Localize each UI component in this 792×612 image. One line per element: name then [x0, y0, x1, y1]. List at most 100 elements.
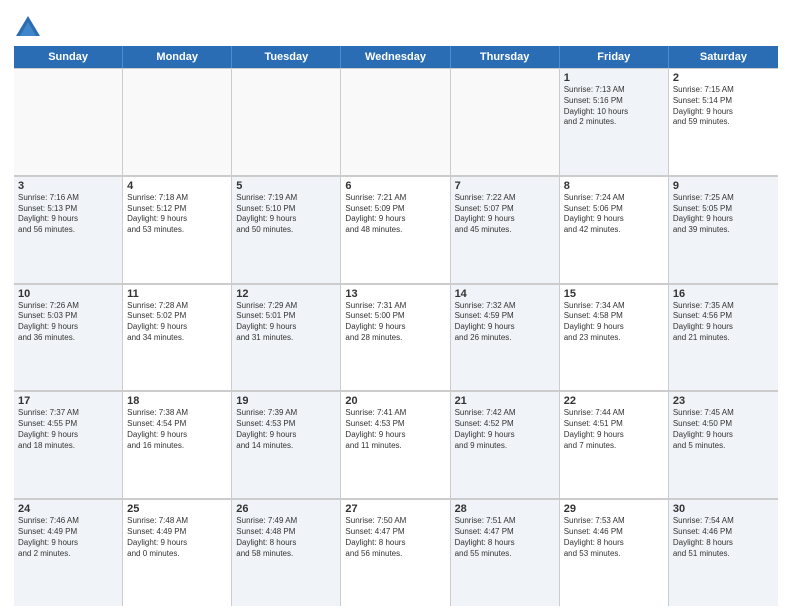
- day-number: 12: [236, 288, 336, 300]
- day-number: 23: [673, 395, 774, 407]
- cell-detail: Sunrise: 7:24 AM Sunset: 5:06 PM Dayligh…: [564, 193, 664, 236]
- day-number: 19: [236, 395, 336, 407]
- cell-detail: Sunrise: 7:34 AM Sunset: 4:58 PM Dayligh…: [564, 301, 664, 344]
- cell-detail: Sunrise: 7:28 AM Sunset: 5:02 PM Dayligh…: [127, 301, 227, 344]
- day-number: 14: [455, 288, 555, 300]
- day-number: 18: [127, 395, 227, 407]
- calendar-cell: [14, 68, 123, 175]
- header-day-wednesday: Wednesday: [341, 46, 450, 68]
- calendar-cell: 13Sunrise: 7:31 AM Sunset: 5:00 PM Dayli…: [341, 284, 450, 391]
- calendar-week-4: 24Sunrise: 7:46 AM Sunset: 4:49 PM Dayli…: [14, 499, 778, 606]
- calendar-cell: 30Sunrise: 7:54 AM Sunset: 4:46 PM Dayli…: [669, 499, 778, 606]
- header-day-sunday: Sunday: [14, 46, 123, 68]
- day-number: 10: [18, 288, 118, 300]
- calendar-week-3: 17Sunrise: 7:37 AM Sunset: 4:55 PM Dayli…: [14, 391, 778, 499]
- calendar-cell: 28Sunrise: 7:51 AM Sunset: 4:47 PM Dayli…: [451, 499, 560, 606]
- cell-detail: Sunrise: 7:19 AM Sunset: 5:10 PM Dayligh…: [236, 193, 336, 236]
- header-day-thursday: Thursday: [451, 46, 560, 68]
- calendar-cell: 6Sunrise: 7:21 AM Sunset: 5:09 PM Daylig…: [341, 176, 450, 283]
- cell-detail: Sunrise: 7:42 AM Sunset: 4:52 PM Dayligh…: [455, 408, 555, 451]
- day-number: 30: [673, 503, 774, 515]
- calendar-cell: 29Sunrise: 7:53 AM Sunset: 4:46 PM Dayli…: [560, 499, 669, 606]
- day-number: 2: [673, 72, 774, 84]
- header-day-tuesday: Tuesday: [232, 46, 341, 68]
- cell-detail: Sunrise: 7:46 AM Sunset: 4:49 PM Dayligh…: [18, 516, 118, 559]
- day-number: 1: [564, 72, 664, 84]
- day-number: 7: [455, 180, 555, 192]
- calendar-cell: 5Sunrise: 7:19 AM Sunset: 5:10 PM Daylig…: [232, 176, 341, 283]
- calendar-cell: 19Sunrise: 7:39 AM Sunset: 4:53 PM Dayli…: [232, 391, 341, 498]
- cell-detail: Sunrise: 7:44 AM Sunset: 4:51 PM Dayligh…: [564, 408, 664, 451]
- cell-detail: Sunrise: 7:41 AM Sunset: 4:53 PM Dayligh…: [345, 408, 445, 451]
- day-number: 11: [127, 288, 227, 300]
- calendar-cell: 17Sunrise: 7:37 AM Sunset: 4:55 PM Dayli…: [14, 391, 123, 498]
- calendar-cell: 26Sunrise: 7:49 AM Sunset: 4:48 PM Dayli…: [232, 499, 341, 606]
- calendar-body: 1Sunrise: 7:13 AM Sunset: 5:16 PM Daylig…: [14, 68, 778, 606]
- calendar-cell: 8Sunrise: 7:24 AM Sunset: 5:06 PM Daylig…: [560, 176, 669, 283]
- day-number: 24: [18, 503, 118, 515]
- day-number: 29: [564, 503, 664, 515]
- calendar-cell: 4Sunrise: 7:18 AM Sunset: 5:12 PM Daylig…: [123, 176, 232, 283]
- day-number: 25: [127, 503, 227, 515]
- cell-detail: Sunrise: 7:53 AM Sunset: 4:46 PM Dayligh…: [564, 516, 664, 559]
- day-number: 26: [236, 503, 336, 515]
- calendar-cell: [451, 68, 560, 175]
- logo-icon: [14, 14, 42, 42]
- day-number: 16: [673, 288, 774, 300]
- header: [14, 10, 778, 42]
- calendar-cell: 18Sunrise: 7:38 AM Sunset: 4:54 PM Dayli…: [123, 391, 232, 498]
- cell-detail: Sunrise: 7:37 AM Sunset: 4:55 PM Dayligh…: [18, 408, 118, 451]
- calendar-cell: 22Sunrise: 7:44 AM Sunset: 4:51 PM Dayli…: [560, 391, 669, 498]
- cell-detail: Sunrise: 7:38 AM Sunset: 4:54 PM Dayligh…: [127, 408, 227, 451]
- page: SundayMondayTuesdayWednesdayThursdayFrid…: [0, 0, 792, 612]
- calendar-cell: [341, 68, 450, 175]
- calendar-cell: 12Sunrise: 7:29 AM Sunset: 5:01 PM Dayli…: [232, 284, 341, 391]
- calendar-cell: 10Sunrise: 7:26 AM Sunset: 5:03 PM Dayli…: [14, 284, 123, 391]
- calendar: SundayMondayTuesdayWednesdayThursdayFrid…: [14, 46, 778, 606]
- day-number: 4: [127, 180, 227, 192]
- cell-detail: Sunrise: 7:50 AM Sunset: 4:47 PM Dayligh…: [345, 516, 445, 559]
- calendar-cell: 9Sunrise: 7:25 AM Sunset: 5:05 PM Daylig…: [669, 176, 778, 283]
- day-number: 8: [564, 180, 664, 192]
- cell-detail: Sunrise: 7:22 AM Sunset: 5:07 PM Dayligh…: [455, 193, 555, 236]
- day-number: 3: [18, 180, 118, 192]
- cell-detail: Sunrise: 7:15 AM Sunset: 5:14 PM Dayligh…: [673, 85, 774, 128]
- cell-detail: Sunrise: 7:39 AM Sunset: 4:53 PM Dayligh…: [236, 408, 336, 451]
- cell-detail: Sunrise: 7:51 AM Sunset: 4:47 PM Dayligh…: [455, 516, 555, 559]
- cell-detail: Sunrise: 7:26 AM Sunset: 5:03 PM Dayligh…: [18, 301, 118, 344]
- day-number: 15: [564, 288, 664, 300]
- day-number: 13: [345, 288, 445, 300]
- calendar-week-1: 3Sunrise: 7:16 AM Sunset: 5:13 PM Daylig…: [14, 176, 778, 284]
- calendar-cell: 1Sunrise: 7:13 AM Sunset: 5:16 PM Daylig…: [560, 68, 669, 175]
- day-number: 22: [564, 395, 664, 407]
- calendar-cell: 7Sunrise: 7:22 AM Sunset: 5:07 PM Daylig…: [451, 176, 560, 283]
- cell-detail: Sunrise: 7:13 AM Sunset: 5:16 PM Dayligh…: [564, 85, 664, 128]
- calendar-cell: 27Sunrise: 7:50 AM Sunset: 4:47 PM Dayli…: [341, 499, 450, 606]
- cell-detail: Sunrise: 7:25 AM Sunset: 5:05 PM Dayligh…: [673, 193, 774, 236]
- cell-detail: Sunrise: 7:32 AM Sunset: 4:59 PM Dayligh…: [455, 301, 555, 344]
- cell-detail: Sunrise: 7:35 AM Sunset: 4:56 PM Dayligh…: [673, 301, 774, 344]
- cell-detail: Sunrise: 7:18 AM Sunset: 5:12 PM Dayligh…: [127, 193, 227, 236]
- day-number: 9: [673, 180, 774, 192]
- cell-detail: Sunrise: 7:31 AM Sunset: 5:00 PM Dayligh…: [345, 301, 445, 344]
- cell-detail: Sunrise: 7:49 AM Sunset: 4:48 PM Dayligh…: [236, 516, 336, 559]
- cell-detail: Sunrise: 7:16 AM Sunset: 5:13 PM Dayligh…: [18, 193, 118, 236]
- cell-detail: Sunrise: 7:54 AM Sunset: 4:46 PM Dayligh…: [673, 516, 774, 559]
- header-day-saturday: Saturday: [669, 46, 778, 68]
- day-number: 20: [345, 395, 445, 407]
- calendar-cell: 16Sunrise: 7:35 AM Sunset: 4:56 PM Dayli…: [669, 284, 778, 391]
- day-number: 17: [18, 395, 118, 407]
- calendar-cell: [123, 68, 232, 175]
- cell-detail: Sunrise: 7:45 AM Sunset: 4:50 PM Dayligh…: [673, 408, 774, 451]
- calendar-cell: 15Sunrise: 7:34 AM Sunset: 4:58 PM Dayli…: [560, 284, 669, 391]
- header-day-monday: Monday: [123, 46, 232, 68]
- calendar-cell: 25Sunrise: 7:48 AM Sunset: 4:49 PM Dayli…: [123, 499, 232, 606]
- cell-detail: Sunrise: 7:21 AM Sunset: 5:09 PM Dayligh…: [345, 193, 445, 236]
- day-number: 21: [455, 395, 555, 407]
- calendar-cell: 3Sunrise: 7:16 AM Sunset: 5:13 PM Daylig…: [14, 176, 123, 283]
- calendar-cell: 11Sunrise: 7:28 AM Sunset: 5:02 PM Dayli…: [123, 284, 232, 391]
- calendar-header: SundayMondayTuesdayWednesdayThursdayFrid…: [14, 46, 778, 68]
- day-number: 6: [345, 180, 445, 192]
- calendar-cell: 2Sunrise: 7:15 AM Sunset: 5:14 PM Daylig…: [669, 68, 778, 175]
- cell-detail: Sunrise: 7:29 AM Sunset: 5:01 PM Dayligh…: [236, 301, 336, 344]
